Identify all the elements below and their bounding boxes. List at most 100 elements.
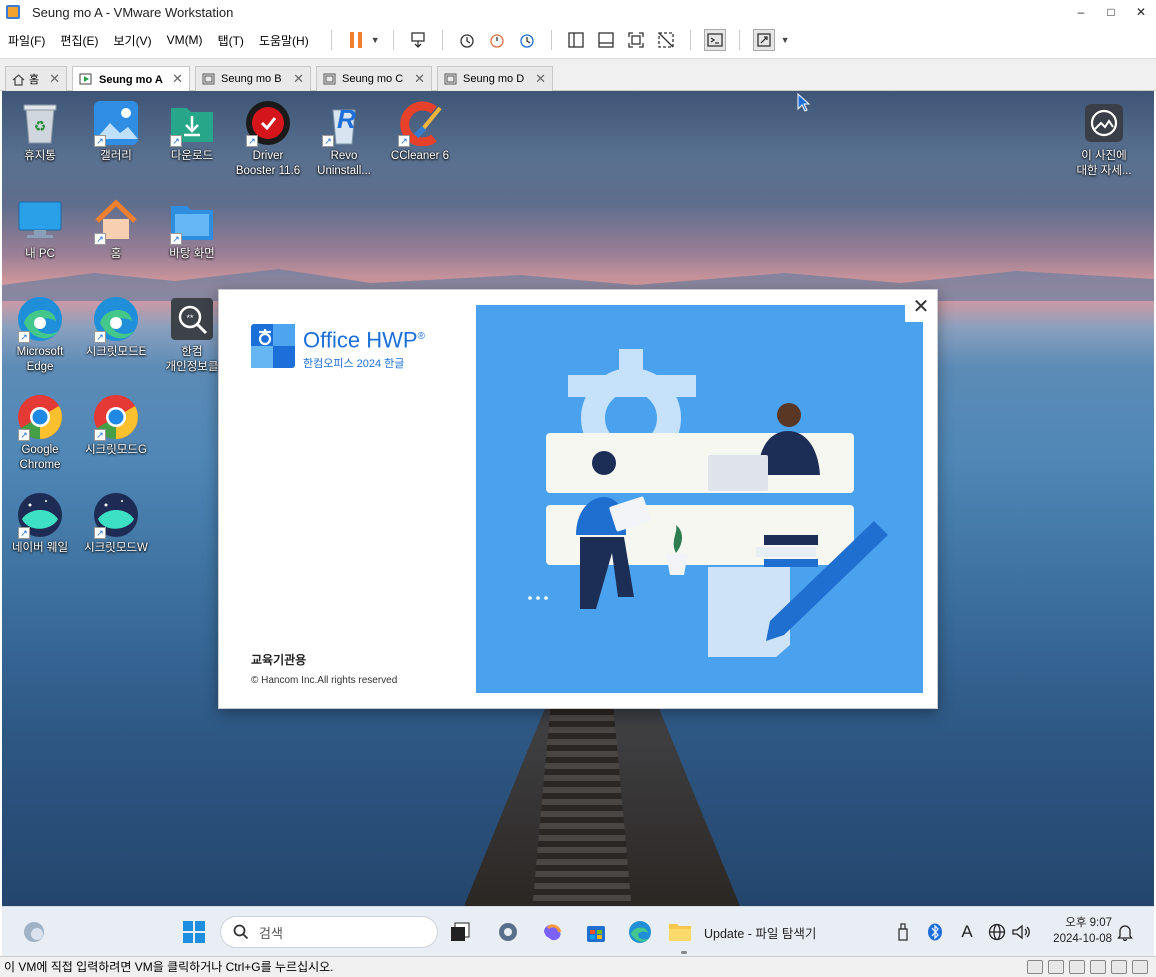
system-clock[interactable]: 오후 9:07 2024-10-08 [1053,915,1112,947]
desktop-icon-this-pc[interactable]: 내 PC [2,197,78,262]
usb-tray-icon[interactable] [892,916,914,948]
menu-toolbar: 파일(F) 편집(E) 보기(V) VM(M) 탭(T) 도움말(H) ▼ ▼ [0,24,1156,56]
menu-vm[interactable]: VM(M) [167,33,203,47]
tab-label: 홈 [29,74,40,86]
full-screen-icon[interactable] [625,29,647,51]
desktop-icon-naver-whale[interactable]: ↗ 네이버 웨일 [2,491,78,556]
tab-seung-mo-b[interactable]: Seung mo B ✕ [195,66,311,91]
taskbar-search[interactable]: 검색 [220,916,438,948]
menu-view[interactable]: 보기(V) [113,32,151,49]
desktop-icon-driver-booster[interactable]: ↗ Driver Booster 11.6 [230,99,306,179]
toolbar-divider [689,30,691,50]
stretch-guest-icon[interactable] [752,29,775,51]
settings-gear-icon [499,923,517,941]
desktop-icon-label: Microsoft Edge [16,346,64,373]
snapshot-manager-icon[interactable] [516,29,538,51]
sound-card-status-icon[interactable] [1090,960,1106,974]
menu-help[interactable]: 도움말(H) [259,32,309,49]
edge-taskbar-button[interactable] [624,916,656,948]
desktop-icon-label: Driver Booster 11.6 [235,150,301,177]
toolbar-divider [330,30,332,50]
desktop-icon-spotlight-info[interactable]: 이 사진에 대한 자세... [1066,99,1142,179]
clock-date: 2024-10-08 [1053,933,1112,945]
library-view-icon[interactable] [565,29,587,51]
hard-disk-status-icon[interactable] [1027,960,1043,974]
snapshot-icon[interactable] [456,29,478,51]
console-view-icon[interactable] [595,29,617,51]
desktop-icon-recycle-bin[interactable]: ♻ 휴지통 [2,99,78,164]
desktop-icon-secret-mode-e[interactable]: ↗ 시크릿모드E [78,295,154,360]
desktop-icon-home[interactable]: ↗ 홈 [78,197,154,262]
menu-tab[interactable]: 탭(T) [218,32,244,49]
desktop-icon-label: CCleaner 6 [390,150,450,162]
settings-taskbar-button[interactable] [492,916,524,948]
menu-edit[interactable]: 편집(E) [60,32,98,49]
unity-icon[interactable] [655,29,677,51]
send-ctrl-alt-del-icon[interactable] [407,29,429,51]
windows-logo-icon [183,921,205,943]
desktop-icon-desktop[interactable]: ↗ 바탕 화면 [154,197,230,262]
volume-icon[interactable] [1010,916,1032,948]
pause-dropdown-icon[interactable]: ▼ [371,35,380,45]
hwp-logo: Office HWP® 한컴오피스 2024 한글 [251,324,425,371]
desktop-icon-label: 내 PC [25,248,55,260]
desktop-icon-label: 휴지통 [24,150,56,162]
file-explorer-taskbar-button[interactable]: Update - 파일 탐색기 [668,916,828,948]
close-window-button[interactable]: ✕ [1126,0,1156,24]
desktop-icon-edge[interactable]: ↗ Microsoft Edge [2,295,78,375]
toolbar-divider [392,30,394,50]
tab-seung-mo-c[interactable]: Seung mo C ✕ [316,66,432,91]
desktop-icon-label: 다운로드 [170,150,214,162]
bluetooth-icon[interactable] [924,916,946,948]
menu-file[interactable]: 파일(F) [8,32,45,49]
desktop-icon-chrome[interactable]: ↗ Google Chrome [2,393,78,473]
cd-drive-status-icon[interactable] [1048,960,1064,974]
close-tab-icon[interactable]: ✕ [535,71,546,87]
desktop-icon-secret-mode-g[interactable]: ↗ 시크릿모드G [78,393,154,458]
copyright-text: © Hancom Inc.All rights reserved [251,675,398,686]
desktop-icon-label: 시크릿모드W [84,542,148,554]
recycle-bin-icon: ♻ [23,104,57,144]
network-icon[interactable] [986,916,1008,948]
close-tab-icon[interactable]: ✕ [414,71,425,87]
store-button[interactable] [580,916,612,948]
start-button[interactable] [178,916,210,948]
store-icon [587,926,605,942]
display-status-icon[interactable] [1111,960,1127,974]
pause-icon[interactable] [345,29,367,51]
notification-bell-icon[interactable] [1114,916,1136,948]
close-tab-icon[interactable]: ✕ [293,71,304,87]
hwp-splash-dialog: ✕ Office HWP® 한컴오피스 2024 한글 교육기관용 © Hanc… [218,289,938,709]
desktop-icon-label: Revo Uninstall... [317,150,371,177]
close-tab-icon[interactable]: ✕ [172,71,183,87]
task-view-button[interactable] [444,916,476,948]
message-log-icon[interactable] [1132,960,1148,974]
clock-time: 오후 9:07 [1065,917,1112,929]
close-tab-icon[interactable]: ✕ [49,71,60,87]
tab-seung-mo-a[interactable]: Seung mo A ✕ [72,66,190,92]
widgets-button[interactable] [18,916,50,948]
desktop-icon-downloads[interactable]: ↗ 다운로드 [154,99,230,164]
desktop-icon-secret-mode-w[interactable]: ↗ 시크릿모드W [78,491,154,556]
splash-close-button[interactable]: ✕ [905,290,937,322]
hwp-logo-icon [251,324,295,368]
tab-home[interactable]: 홈 ✕ [5,66,67,91]
file-explorer-label: Update - 파일 탐색기 [704,926,817,941]
tab-label: Seung mo B [221,73,282,85]
terminal-icon[interactable] [703,29,726,51]
network-adapter-status-icon[interactable] [1069,960,1085,974]
copilot-button[interactable] [536,916,568,948]
desktop-icon-ccleaner[interactable]: ↗ CCleaner 6 [382,99,458,164]
ime-indicator[interactable]: A [956,916,978,948]
title-bar: Seung mo A - VMware Workstation – □ ✕ [0,0,1156,24]
stretch-dropdown-icon[interactable]: ▼ [781,35,790,45]
minimize-button[interactable]: – [1066,0,1096,24]
desktop-icon-label: 시크릿모드E [85,346,147,358]
revert-snapshot-icon[interactable] [486,29,508,51]
search-icon [233,924,249,940]
desktop-icon-gallery[interactable]: ↗ 갤러리 [78,99,154,164]
maximize-button[interactable]: □ [1096,0,1126,24]
tab-seung-mo-d[interactable]: Seung mo D ✕ [437,66,553,91]
product-office: Office [303,327,361,353]
desktop-icon-revo-uninstaller[interactable]: R ↗ Revo Uninstall... [306,99,382,179]
